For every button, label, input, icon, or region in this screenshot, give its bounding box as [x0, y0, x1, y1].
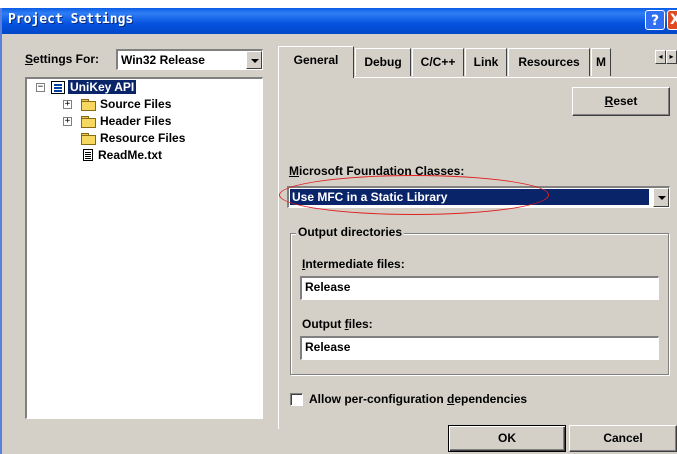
output-files-input[interactable]: Release [300, 336, 659, 360]
project-icon [51, 80, 65, 94]
tab-general[interactable]: General [278, 46, 354, 78]
project-settings-dialog: Project Settings ? X Settings For: Win32… [0, 8, 677, 454]
tree-item-label: ReadMe.txt [98, 148, 163, 162]
mfc-label: Microsoft Foundation Classes: [289, 164, 465, 178]
allow-dependencies-label[interactable]: Allow per-configuration dependencies [309, 392, 527, 406]
cancel-button[interactable]: Cancel [569, 425, 677, 452]
close-icon: X [670, 11, 677, 29]
mfc-selected-value: Use MFC in a Static Library [290, 189, 649, 205]
file-tree[interactable]: − UniKey API + Source Files + Header Fil… [25, 77, 263, 419]
tab-more[interactable]: M [591, 48, 611, 76]
tree-item-source-files[interactable]: Source Files [81, 96, 171, 112]
window-title: Project Settings [8, 12, 134, 27]
folder-icon [81, 132, 96, 145]
tab-link[interactable]: Link [465, 48, 507, 76]
folder-icon [81, 98, 96, 111]
chevron-down-icon[interactable] [653, 188, 669, 207]
folder-icon [81, 115, 96, 128]
tree-item-label: Header Files [100, 114, 172, 128]
chevron-down-icon[interactable] [246, 51, 262, 69]
tree-item-label: Resource Files [100, 131, 186, 145]
expand-icon[interactable]: + [63, 100, 72, 109]
help-button[interactable]: ? [645, 10, 665, 30]
tab-scroll-right-icon[interactable]: ▸ [666, 50, 677, 64]
tree-root[interactable]: UniKey API [51, 79, 137, 95]
screenshot: Project Settings ? X Settings For: Win32… [0, 0, 677, 454]
collapse-icon[interactable]: − [36, 83, 45, 92]
tab-debug[interactable]: Debug [355, 48, 411, 76]
configuration-value: Win32 Release [121, 53, 205, 67]
group-title: Output directories [296, 225, 405, 239]
tree-root-label: UniKey API [68, 80, 137, 94]
intermediate-files-input[interactable]: Release [300, 276, 659, 300]
settings-for-label: Settings For: [25, 52, 100, 66]
tab-cpp[interactable]: C/C++ [412, 48, 464, 76]
tree-item-label: Source Files [100, 97, 172, 111]
tree-item-readme[interactable]: ReadMe.txt [83, 147, 162, 163]
intermediate-files-label: Intermediate files: [302, 257, 405, 271]
ok-button[interactable]: OK [448, 425, 566, 452]
allow-dependencies-checkbox[interactable] [290, 393, 303, 406]
tree-item-resource-files[interactable]: Resource Files [81, 130, 185, 146]
reset-button[interactable]: Reset [572, 87, 670, 116]
output-files-label: Output files: [302, 317, 373, 331]
close-button[interactable]: X [667, 10, 677, 30]
tree-item-header-files[interactable]: Header Files [81, 113, 171, 129]
configuration-select[interactable]: Win32 Release [116, 49, 263, 70]
title-bar[interactable]: Project Settings ? X [2, 8, 677, 34]
expand-icon[interactable]: + [63, 117, 72, 126]
tab-scroll-left-icon[interactable]: ◂ [655, 50, 666, 64]
document-icon [83, 149, 93, 161]
tab-resources[interactable]: Resources [508, 48, 590, 76]
mfc-select[interactable]: Use MFC in a Static Library [287, 186, 670, 208]
background-strip [0, 0, 677, 8]
